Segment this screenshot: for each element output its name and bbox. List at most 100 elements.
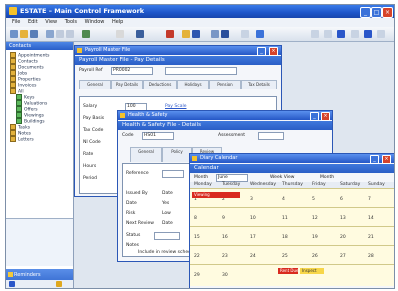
calendar-day[interactable]: 10	[250, 216, 256, 221]
calendar-day[interactable]: 25	[282, 254, 288, 259]
week-view-button[interactable]: Week View	[270, 175, 294, 180]
note-icon[interactable]	[56, 281, 62, 287]
tab-deductions[interactable]: Deductions	[143, 80, 177, 89]
menu-edit[interactable]: Edit	[28, 18, 38, 27]
menu-help[interactable]: Help	[112, 18, 123, 27]
calendar-day[interactable]: 17	[250, 235, 256, 240]
tab-general[interactable]: General	[79, 80, 111, 89]
menu-file[interactable]: File	[12, 18, 20, 27]
tab-holidays[interactable]: Holidays	[177, 80, 209, 89]
tab-policy[interactable]: Policy	[162, 147, 192, 162]
save-icon[interactable]	[30, 30, 38, 38]
calendar-day[interactable]: 8	[194, 216, 197, 221]
calendar-day[interactable]: 20	[340, 235, 346, 240]
folder-icon[interactable]	[182, 30, 190, 38]
calendar-event[interactable]: Rent Due	[278, 268, 298, 274]
app-title: ESTATE – Main Control Framework	[20, 7, 145, 15]
app-titlebar: ESTATE – Main Control Framework _ □ ×	[6, 5, 394, 18]
calendar-event[interactable]: Viewing	[192, 192, 240, 198]
minimize-button[interactable]: _	[310, 112, 319, 121]
field-label: Risk	[126, 211, 136, 216]
calendar-day[interactable]: 23	[222, 254, 228, 259]
minimize-button[interactable]: _	[257, 47, 266, 56]
tab-general[interactable]: General	[130, 147, 162, 162]
calendar-day[interactable]: 19	[312, 235, 318, 240]
menu-tools[interactable]: Tools	[65, 18, 77, 27]
maximize-button[interactable]: □	[371, 7, 382, 18]
info-icon[interactable]	[337, 30, 345, 38]
app-icon	[9, 7, 17, 15]
day-header: Thursday	[282, 182, 303, 187]
field-label: Date	[126, 201, 137, 206]
calendar-day[interactable]: 12	[312, 216, 318, 221]
calendar-day[interactable]: 30	[222, 273, 228, 278]
close-button[interactable]: ×	[321, 112, 330, 121]
user-icon[interactable]	[364, 30, 372, 38]
calendar-day[interactable]: 13	[340, 216, 346, 221]
calendar-grid[interactable]: 1 2 3 4 5 6 7 8 9 10 11 12 13 14 15 16 17 18 19 20 21 22 23 24 2…	[190, 188, 394, 286]
calendar-day[interactable]: 6	[340, 197, 343, 202]
exit-icon[interactable]	[377, 30, 385, 38]
field-label: Hours	[83, 164, 97, 169]
month-view-button[interactable]: Month	[320, 175, 334, 180]
reference-input[interactable]	[162, 170, 184, 178]
tree-item[interactable]: Letters	[10, 136, 34, 143]
calendar-day[interactable]: 3	[250, 197, 253, 202]
close-button[interactable]: ×	[269, 47, 278, 56]
calendar-day[interactable]: 4	[282, 197, 285, 202]
new-icon[interactable]	[10, 30, 18, 38]
tab-pay-details[interactable]: Pay Details	[111, 80, 143, 89]
settings-icon[interactable]	[241, 30, 249, 38]
copy-icon[interactable]	[66, 30, 74, 38]
edit-icon[interactable]	[192, 30, 200, 38]
pay-scale-link[interactable]: Pay Scale	[165, 104, 186, 109]
month-value: June	[218, 175, 228, 180]
minimize-button[interactable]: _	[360, 7, 371, 18]
field-label: NI Code	[83, 140, 101, 145]
delete-icon[interactable]	[166, 30, 174, 38]
search-icon[interactable]	[116, 30, 124, 38]
filter-icon[interactable]	[136, 30, 144, 38]
mail-icon[interactable]	[9, 281, 15, 287]
report-icon[interactable]	[311, 30, 319, 38]
assessment-input[interactable]	[258, 132, 284, 140]
tab-pension[interactable]: Pension	[209, 80, 241, 89]
calendar-icon[interactable]	[211, 30, 219, 38]
calendar-day[interactable]: 21	[368, 235, 374, 240]
close-button[interactable]: ×	[382, 155, 391, 164]
menu-view[interactable]: View	[45, 18, 57, 27]
mail-icon[interactable]	[221, 30, 229, 38]
minimize-button[interactable]: _	[370, 155, 379, 164]
field-label: Salary	[83, 104, 98, 109]
calendar-day[interactable]: 11	[282, 216, 288, 221]
reminders-panel[interactable]: Reminders	[6, 269, 73, 288]
calendar-day[interactable]: 7	[368, 197, 371, 202]
calendar-day[interactable]: 24	[250, 254, 256, 259]
help-icon[interactable]	[256, 30, 264, 38]
menu-window[interactable]: Window	[85, 18, 105, 27]
window-icon[interactable]	[351, 30, 359, 38]
calendar-day[interactable]: 9	[222, 216, 225, 221]
export-icon[interactable]	[324, 30, 332, 38]
tab-tax-details[interactable]: Tax Details	[241, 80, 277, 89]
open-icon[interactable]	[20, 30, 28, 38]
calendar-day[interactable]: 18	[282, 235, 288, 240]
name-input[interactable]	[165, 67, 237, 75]
cut-icon[interactable]	[56, 30, 64, 38]
status-input[interactable]	[154, 232, 180, 240]
calendar-day[interactable]: 15	[194, 235, 200, 240]
window-titlebar: Health & Safety _ ×	[118, 111, 332, 121]
calendar-day[interactable]: 16	[222, 235, 228, 240]
calendar-day[interactable]: 26	[312, 254, 318, 259]
calendar-day[interactable]: 29	[194, 273, 200, 278]
field-label: Period	[83, 176, 98, 181]
calendar-day[interactable]: 27	[340, 254, 346, 259]
calendar-day[interactable]: 5	[312, 197, 315, 202]
calendar-day[interactable]: 22	[194, 254, 200, 259]
calendar-day[interactable]: 14	[368, 216, 374, 221]
calendar-day[interactable]: 28	[368, 254, 374, 259]
close-button[interactable]: ×	[382, 7, 393, 18]
refresh-icon[interactable]	[82, 30, 90, 38]
calendar-event[interactable]: Inspect	[300, 268, 324, 274]
print-icon[interactable]	[46, 30, 54, 38]
